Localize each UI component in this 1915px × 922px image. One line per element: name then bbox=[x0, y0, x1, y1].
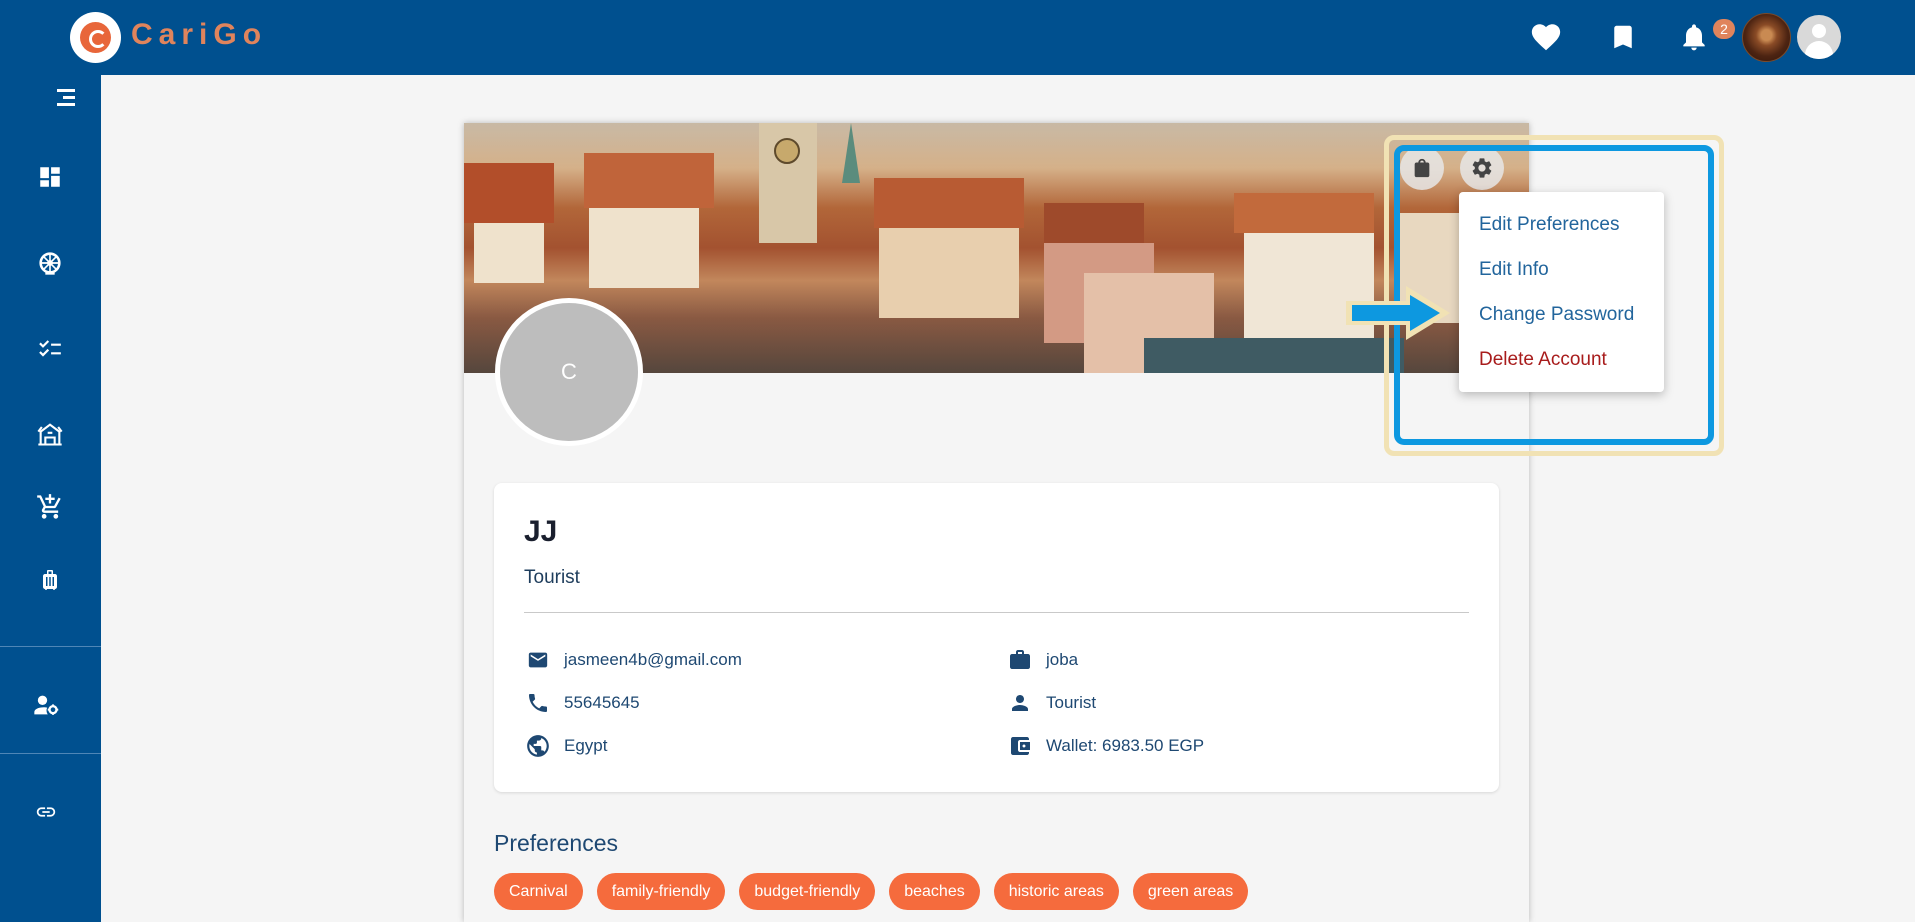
link-icon[interactable] bbox=[26, 792, 66, 832]
menu-item-edit-preferences[interactable]: Edit Preferences bbox=[1479, 214, 1619, 236]
preferences-tags: Carnival family-friendly budget-friendly… bbox=[494, 873, 1249, 910]
sidebar-divider bbox=[0, 753, 101, 754]
profile-avatar: C bbox=[495, 298, 643, 446]
country-value: Egypt bbox=[564, 736, 608, 755]
brand-name: CariGo bbox=[131, 18, 268, 51]
preference-chip[interactable]: beaches bbox=[889, 873, 980, 910]
country-field: Egypt bbox=[524, 732, 607, 760]
user-photo-avatar[interactable] bbox=[1742, 13, 1791, 62]
menu-item-edit-info[interactable]: Edit Info bbox=[1479, 259, 1549, 281]
job-value: joba bbox=[1046, 650, 1079, 669]
preference-chip[interactable]: historic areas bbox=[993, 873, 1119, 910]
briefcase-icon bbox=[1006, 646, 1034, 674]
sidebar-divider bbox=[0, 646, 101, 647]
wallet-icon bbox=[1006, 732, 1034, 760]
notifications-bell-icon[interactable] bbox=[1675, 18, 1713, 56]
notification-count-badge: 2 bbox=[1713, 19, 1735, 39]
top-bar: CariGo 2 bbox=[0, 0, 1915, 75]
wallet-value: Wallet: 6983.50 EGP bbox=[1046, 736, 1205, 755]
sidebar bbox=[0, 75, 101, 922]
itineraries-checklist-icon[interactable] bbox=[30, 329, 70, 369]
profile-card: C JJ Tourist jasmeen4b@gmail.com 5564564… bbox=[464, 123, 1529, 922]
products-cart-icon[interactable] bbox=[30, 487, 70, 527]
avatar-initial: C bbox=[561, 359, 577, 384]
bookmark-icon[interactable] bbox=[1604, 18, 1642, 56]
email-icon bbox=[524, 646, 552, 674]
wallet-field: Wallet: 6983.50 EGP bbox=[1006, 732, 1204, 760]
profile-role: Tourist bbox=[524, 567, 580, 588]
email-field: jasmeen4b@gmail.com bbox=[524, 646, 742, 674]
phone-icon bbox=[524, 689, 552, 717]
settings-menu: Edit Preferences Edit Info Change Passwo… bbox=[1459, 192, 1664, 392]
job-field: joba bbox=[1006, 646, 1078, 674]
info-divider bbox=[524, 612, 1469, 613]
profile-name: JJ bbox=[524, 515, 558, 548]
app-logo[interactable] bbox=[70, 12, 121, 63]
admin-people-settings-icon[interactable] bbox=[26, 685, 66, 725]
globe-icon bbox=[524, 732, 552, 760]
pointer-arrow-icon bbox=[1346, 286, 1450, 340]
phone-value: 55645645 bbox=[564, 693, 640, 712]
activities-wheel-icon[interactable] bbox=[30, 243, 70, 283]
bookings-luggage-icon[interactable] bbox=[30, 560, 70, 600]
museums-building-icon[interactable] bbox=[30, 414, 70, 454]
preference-chip[interactable]: Carnival bbox=[494, 873, 583, 910]
logo-mark-icon bbox=[80, 22, 111, 53]
account-avatar-icon[interactable] bbox=[1797, 15, 1841, 59]
user-type-value: Tourist bbox=[1046, 693, 1097, 712]
menu-toggle-icon[interactable] bbox=[46, 78, 86, 118]
preference-chip[interactable]: family-friendly bbox=[596, 873, 726, 910]
menu-item-delete-account[interactable]: Delete Account bbox=[1479, 349, 1607, 371]
profile-info-box: JJ Tourist jasmeen4b@gmail.com 55645645 … bbox=[494, 483, 1499, 792]
dashboard-icon[interactable] bbox=[30, 157, 70, 197]
user-type-field: Tourist bbox=[1006, 689, 1096, 717]
favorites-heart-icon[interactable] bbox=[1527, 18, 1565, 56]
preference-chip[interactable]: budget-friendly bbox=[739, 873, 876, 910]
email-value: jasmeen4b@gmail.com bbox=[564, 650, 742, 669]
preference-chip[interactable]: green areas bbox=[1132, 873, 1249, 910]
phone-field: 55645645 bbox=[524, 689, 640, 717]
preferences-title: Preferences bbox=[494, 830, 619, 856]
person-icon bbox=[1006, 689, 1034, 717]
menu-item-change-password[interactable]: Change Password bbox=[1479, 304, 1634, 326]
